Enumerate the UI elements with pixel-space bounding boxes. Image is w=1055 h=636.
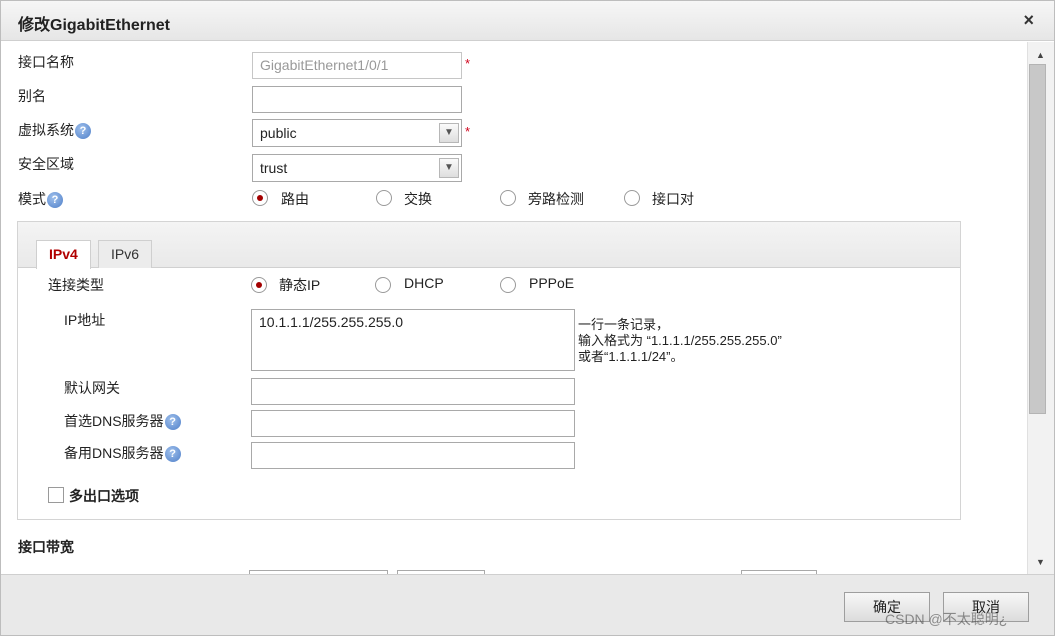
mode-label: 模式?	[18, 189, 63, 209]
scroll-down-icon[interactable]: ▼	[1036, 557, 1045, 567]
required-mark: *	[465, 124, 471, 139]
dns2-input[interactable]	[251, 442, 575, 469]
dialog-content: 接口名称 GigabitEthernet1/0/1 * 别名 虚拟系统? pub…	[1, 42, 1027, 574]
help-icon[interactable]: ?	[164, 446, 181, 463]
required-mark: *	[465, 56, 471, 71]
mode-option-bypass: 旁路检测	[528, 191, 584, 207]
mode-option-pair: 接口对	[652, 191, 694, 207]
dns1-label: 首选DNS服务器?	[64, 411, 181, 431]
alias-input[interactable]	[252, 86, 462, 113]
watermark-text: CSDN @不太聪明¿	[885, 611, 1008, 627]
help-icon[interactable]: ?	[47, 192, 63, 209]
tab-ipv6[interactable]: IPv6	[98, 240, 153, 268]
multi-exit-checkbox[interactable]	[48, 487, 64, 503]
zone-label: 安全区域	[18, 156, 74, 172]
alias-label: 别名	[18, 88, 46, 104]
dns2-label: 备用DNS服务器?	[64, 443, 181, 463]
conn-option-dhcp: DHCP	[404, 275, 444, 291]
conn-option-pppoe: PPPoE	[529, 275, 575, 291]
help-icon[interactable]: ?	[75, 123, 91, 140]
conn-option-static: 静态IP	[279, 277, 321, 293]
vertical-scrollbar[interactable]: ▲ ▼	[1027, 42, 1054, 574]
interface-name-field: GigabitEthernet1/0/1	[252, 52, 462, 79]
gateway-input[interactable]	[251, 378, 575, 405]
dialog-titlebar: 修改GigabitEthernet ×	[1, 1, 1054, 41]
chevron-down-icon[interactable]: ▼	[439, 158, 459, 178]
mode-radio-switch[interactable]	[376, 190, 392, 206]
ip-address-label: IP地址	[64, 312, 106, 328]
conn-type-label: 连接类型	[48, 277, 104, 293]
modify-interface-dialog: 修改GigabitEthernet × 接口名称 GigabitEthernet…	[0, 0, 1055, 636]
hint-line: 一行一条记录，	[578, 317, 670, 332]
mode-radio-bypass[interactable]	[500, 190, 516, 206]
dialog-footer: 确定 取消 CSDN @不太聪明¿	[1, 574, 1054, 635]
ip-config-panel: IPv4 IPv6 连接类型 静态IP DHCP PPPoE IP地址 10.1…	[17, 221, 961, 520]
zone-selected-value: trust	[260, 160, 288, 176]
vsys-select[interactable]: public ▼	[252, 119, 462, 147]
mode-option-route: 路由	[281, 191, 309, 207]
help-icon[interactable]: ?	[164, 414, 181, 431]
conn-radio-static[interactable]	[251, 277, 267, 293]
hint-line: 或者“1.1.1.1/24”。	[578, 349, 684, 364]
vsys-label: 虚拟系统?	[18, 120, 91, 140]
interface-name-label: 接口名称	[18, 54, 74, 70]
gateway-label: 默认网关	[64, 380, 120, 396]
conn-radio-pppoe[interactable]	[500, 277, 516, 293]
vsys-selected-value: public	[260, 125, 297, 141]
mode-radio-pair[interactable]	[624, 190, 640, 206]
close-icon[interactable]: ×	[1023, 10, 1034, 31]
multi-exit-label: 多出口选项	[69, 488, 139, 504]
dialog-title: 修改GigabitEthernet	[18, 17, 171, 34]
mode-radio-route[interactable]	[252, 190, 268, 206]
hint-line: 输入格式为 “1.1.1.1/255.255.255.0”	[578, 333, 782, 348]
mode-option-switch: 交换	[404, 191, 432, 207]
ip-address-textarea[interactable]: 10.1.1.1/255.255.255.0	[251, 309, 575, 371]
tab-strip: IPv4 IPv6	[18, 222, 960, 269]
conn-radio-dhcp[interactable]	[375, 277, 391, 293]
bandwidth-section-title: 接口带宽	[18, 539, 74, 555]
zone-select[interactable]: trust ▼	[252, 154, 462, 182]
tab-ipv4[interactable]: IPv4	[36, 240, 91, 269]
ip-format-hint: 一行一条记录， 输入格式为 “1.1.1.1/255.255.255.0” 或者…	[578, 317, 782, 365]
chevron-down-icon[interactable]: ▼	[439, 123, 459, 143]
dns1-input[interactable]	[251, 410, 575, 437]
scrollbar-thumb[interactable]	[1029, 64, 1046, 414]
scroll-up-icon[interactable]: ▲	[1036, 50, 1045, 60]
